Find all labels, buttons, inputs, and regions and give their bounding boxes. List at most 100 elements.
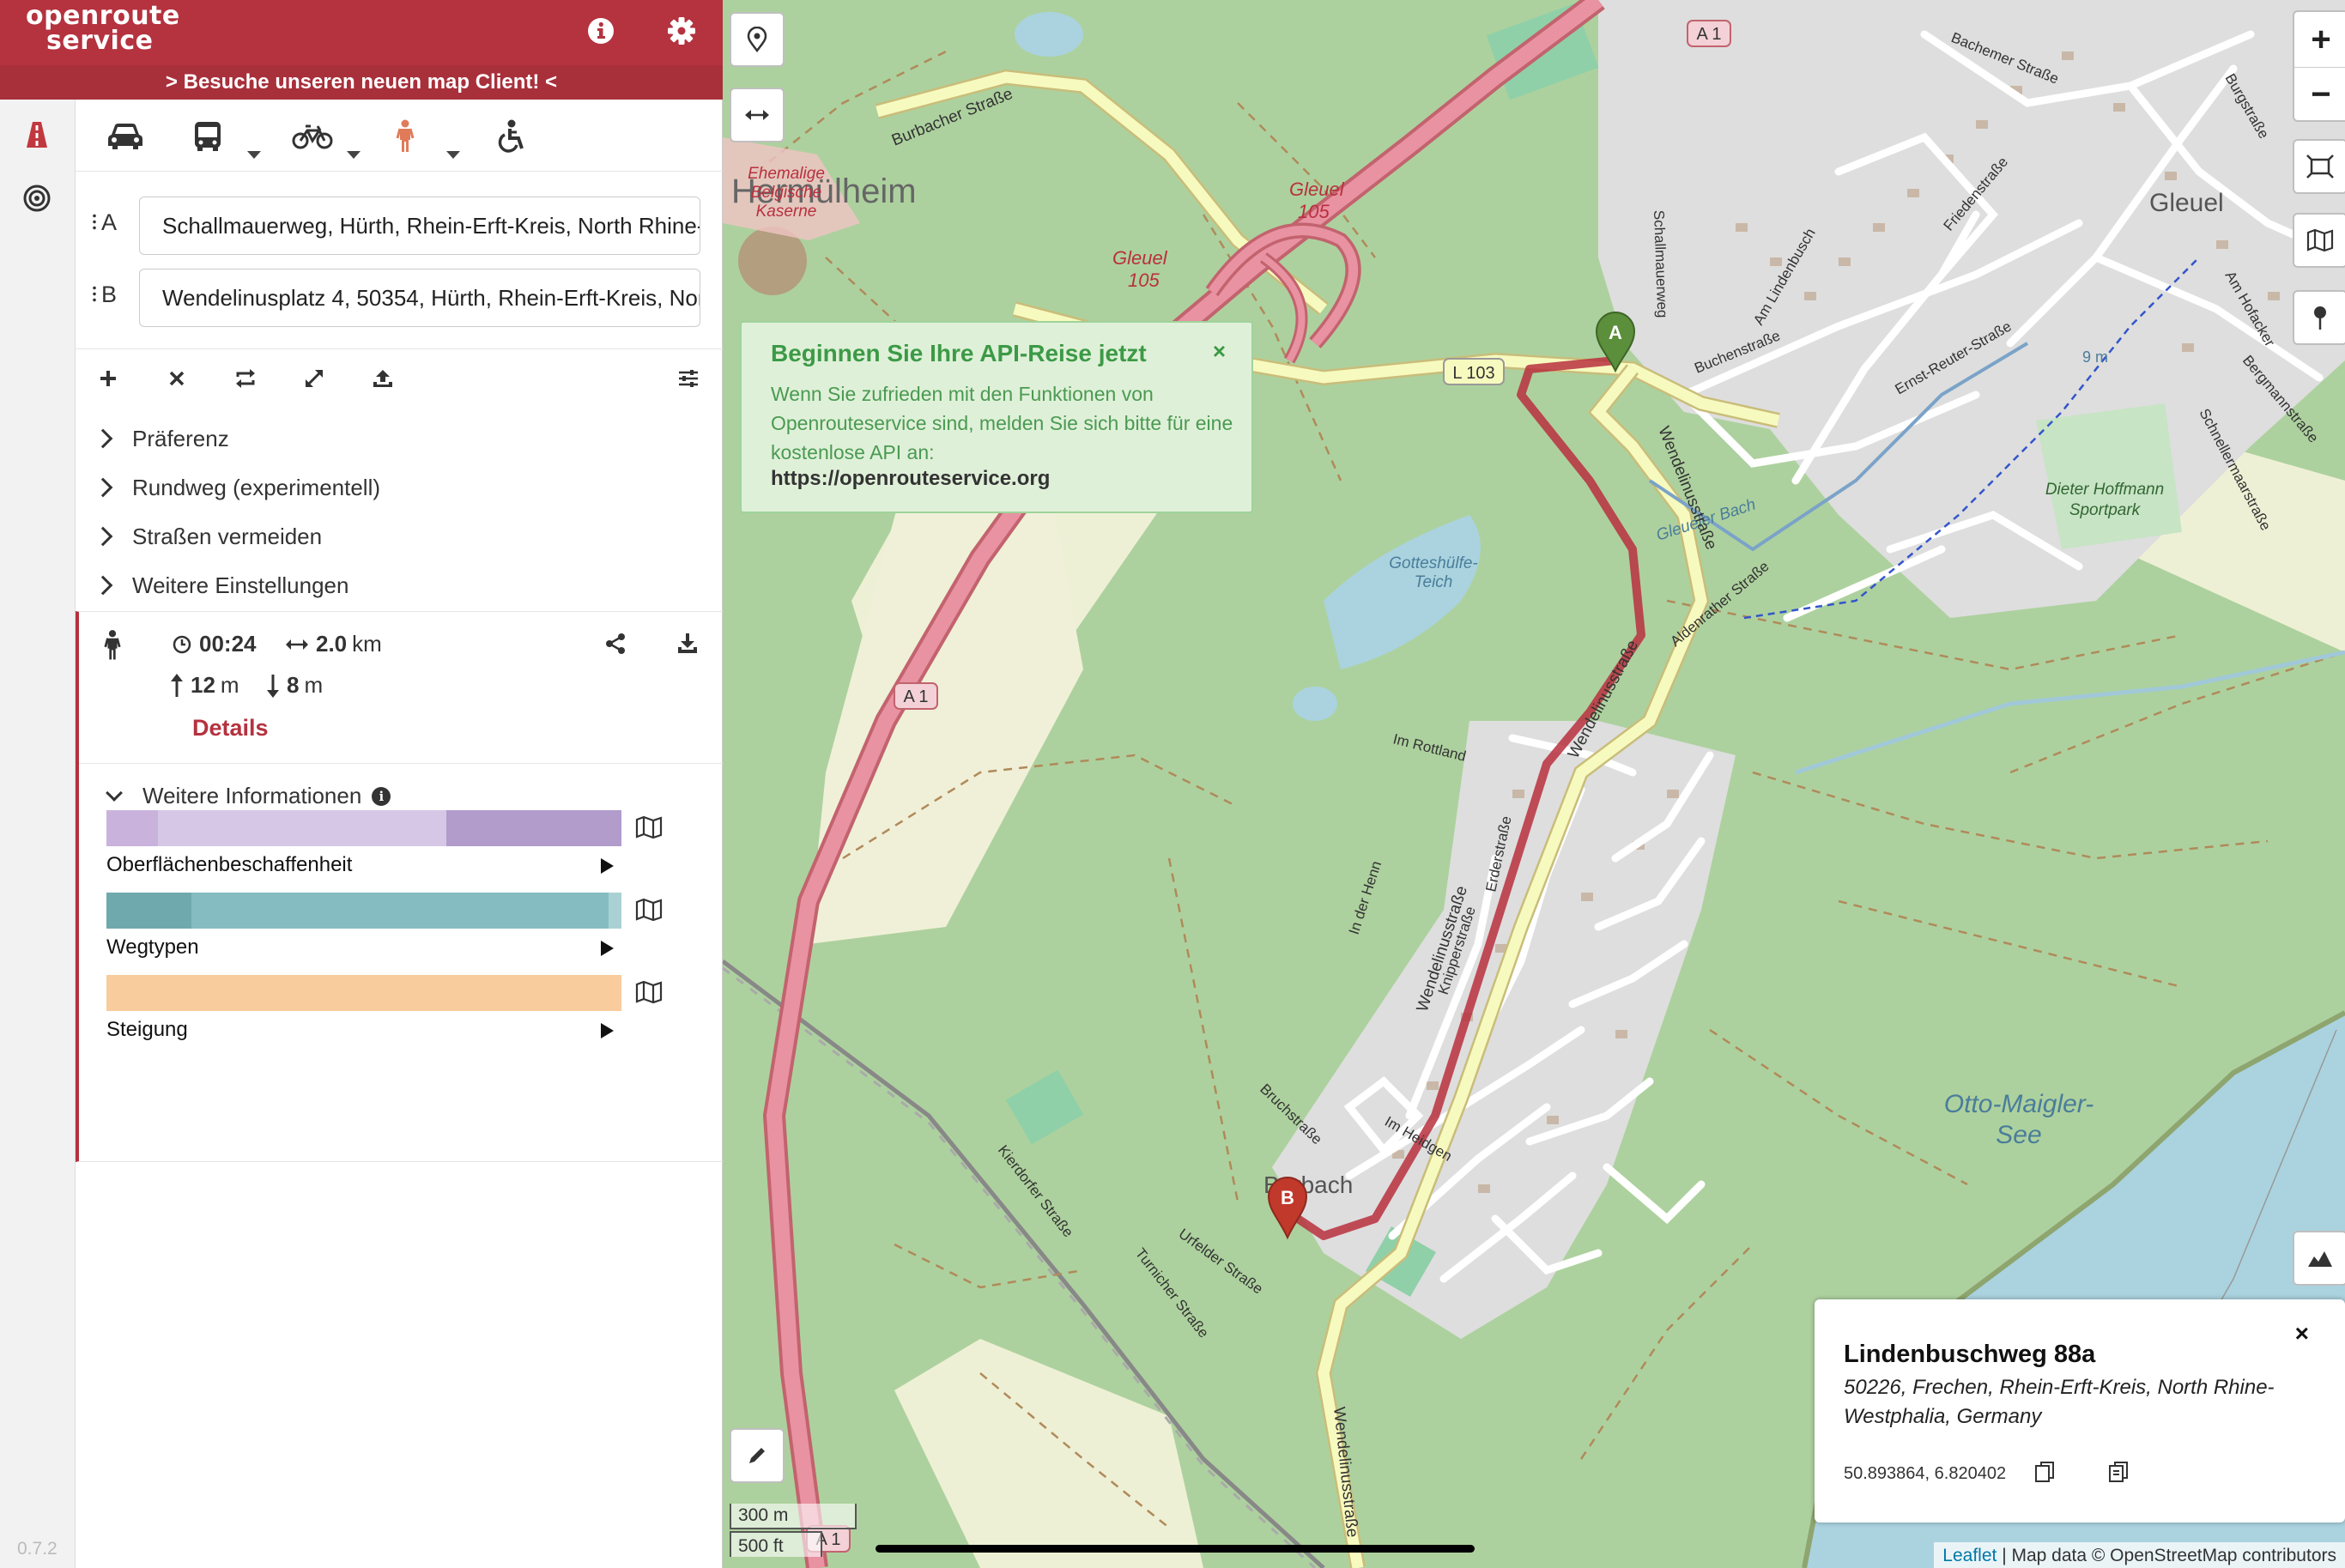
scale-imperial: 500 ft [730, 1531, 822, 1557]
isochrones-icon[interactable] [15, 177, 58, 220]
pedestrian-options-chevron-down-icon[interactable] [446, 151, 460, 159]
leaflet-link[interactable]: Leaflet [1942, 1546, 1997, 1565]
info-icon[interactable] [582, 12, 620, 50]
place-popup-close-button[interactable]: × [2295, 1320, 2309, 1347]
more-info-toggle[interactable]: Weitere Informationen i [106, 783, 391, 809]
profile-bus-button[interactable] [192, 113, 223, 160]
copy-coordinates-icon[interactable] [2034, 1461, 2057, 1485]
clock-icon [173, 635, 191, 653]
place-pin-button[interactable] [2293, 290, 2345, 345]
exit-label: 105 [1128, 269, 1160, 291]
exit-label: Gleuel [1289, 179, 1345, 200]
street-label: Urfelder Straße [1176, 1226, 1266, 1298]
api-promo-link[interactable]: https://openrouteservice.org [771, 467, 1050, 491]
extra-segment[interactable] [609, 893, 621, 929]
route-pedestrian-icon [103, 629, 122, 666]
home-indicator [876, 1545, 1475, 1553]
pencil-icon [749, 1448, 765, 1463]
fit-bounds-expand-icon[interactable] [299, 363, 330, 394]
api-promo-close-button[interactable]: × [1213, 338, 1226, 365]
zoom-out-button[interactable]: − [2294, 67, 2345, 122]
route-options-sliders-icon[interactable] [673, 363, 704, 394]
add-waypoint-plus-icon[interactable] [93, 363, 124, 394]
route-end-marker[interactable]: B [1267, 1177, 1308, 1240]
clear-route-close-icon[interactable] [161, 363, 192, 394]
expand-waytypes-play-icon[interactable] [601, 941, 614, 956]
waypoint-a-input[interactable]: Schallmauerweg, Hürth, Rhein-Erft-Kreis,… [139, 197, 700, 255]
accordion-more-settings[interactable]: Weitere Einstellungen [93, 564, 348, 607]
directions-panel: A Schallmauerweg, Hürth, Rhein-Erft-Krei… [76, 100, 723, 1568]
street-label: In der Henn [1346, 859, 1385, 936]
map-toggle-icon[interactable] [635, 815, 664, 841]
copy-address-icon[interactable] [2108, 1461, 2130, 1485]
info-icon[interactable]: i [372, 786, 391, 806]
accordion-round-trip[interactable]: Rundweg (experimentell) [93, 466, 380, 509]
waypoint-b-input[interactable]: Wendelinusplatz 4, 50354, Hürth, Rhein-E… [139, 269, 700, 327]
draw-edit-button[interactable] [730, 1428, 785, 1483]
extra-segment[interactable] [158, 810, 446, 846]
chevron-right-icon [93, 477, 113, 498]
map-toggle-icon[interactable] [635, 980, 664, 1006]
profile-pedestrian-button[interactable] [395, 113, 415, 160]
bus-options-chevron-down-icon[interactable] [247, 151, 261, 159]
layers-button[interactable] [2293, 213, 2345, 268]
pedestrian-icon [396, 119, 415, 152]
route-details-link[interactable]: Details [192, 715, 269, 742]
distance-label: 9 m [2082, 348, 2108, 366]
extra-segment[interactable] [446, 810, 621, 846]
bicycle-options-chevron-down-icon[interactable] [347, 151, 361, 159]
waypoint-b-label[interactable]: B [93, 282, 117, 308]
expand-surface-play-icon[interactable] [601, 858, 614, 874]
accordion-avoid-roads[interactable]: Straßen vermeiden [93, 515, 322, 558]
waypoint-a-label[interactable]: A [93, 209, 117, 236]
chevron-right-icon [93, 575, 113, 596]
street-label: Im Rottland [1391, 730, 1468, 764]
extra-segment[interactable] [191, 893, 609, 929]
new-client-banner[interactable]: > Besuche unseren neuen map Client! < [0, 65, 723, 100]
profile-car-button[interactable] [106, 113, 144, 160]
extra-bar-steepness[interactable] [106, 975, 621, 1011]
map-scale: 300 m 500 ft [730, 1504, 857, 1557]
fullscreen-button[interactable] [2293, 139, 2345, 194]
profile-bicycle-button[interactable] [292, 113, 333, 160]
extra-bar-waytypes[interactable] [106, 893, 621, 929]
bicycle-icon [292, 124, 333, 149]
expand-steepness-play-icon[interactable] [601, 1023, 614, 1038]
bus-icon [195, 122, 221, 151]
map-canvas[interactable]: A 1 A 1 A 1 L 103 Gleuel 105 Gleuel 105 … [723, 0, 2345, 1568]
poi-label: Sportpark [2069, 501, 2142, 519]
chevron-right-icon [93, 526, 113, 547]
extra-bar-surface[interactable] [106, 810, 621, 846]
measure-distance-button[interactable] [730, 88, 785, 142]
share-route-icon[interactable] [604, 633, 627, 659]
waypoint-b-row: B Wendelinusplatz 4, 50354, Hürth, Rhein… [76, 266, 723, 330]
reverse-route-icon[interactable] [230, 363, 261, 394]
place-coordinates: 50.893864, 6.820402 [1844, 1464, 2007, 1483]
road-badge-l103: L 103 [1452, 364, 1494, 383]
profile-wheelchair-button[interactable] [494, 113, 525, 160]
directions-icon[interactable] [15, 113, 58, 156]
height-graph-button[interactable] [2293, 1231, 2345, 1286]
logo-line-2: service [46, 26, 154, 56]
arrow-up-icon [171, 673, 183, 697]
exit-label: Gleuel [1112, 247, 1168, 269]
extra-segment[interactable] [106, 810, 158, 846]
version-label: 0.7.2 [17, 1539, 58, 1559]
drag-handle-icon[interactable] [93, 285, 96, 304]
zoom-in-button[interactable]: + [2294, 12, 2345, 67]
extra-segment[interactable] [106, 893, 191, 929]
extra-segment[interactable] [106, 975, 621, 1011]
arrows-horizontal-icon [745, 110, 769, 120]
upload-route-icon[interactable] [367, 363, 398, 394]
poi-label: Kaserne [756, 203, 817, 221]
drag-handle-icon[interactable] [93, 213, 96, 232]
waypoint-a-row: A Schallmauerweg, Hürth, Rhein-Erft-Krei… [76, 194, 723, 257]
accordion-preference[interactable]: Präferenz [93, 417, 229, 460]
app-logo[interactable]: openroute service [26, 3, 180, 56]
arrow-down-icon [267, 674, 279, 698]
settings-gear-icon[interactable] [663, 12, 700, 50]
svg-text:B: B [1281, 1187, 1294, 1208]
download-route-icon[interactable] [676, 633, 699, 659]
locate-pin-button[interactable] [730, 12, 785, 67]
map-toggle-icon[interactable] [635, 898, 664, 923]
